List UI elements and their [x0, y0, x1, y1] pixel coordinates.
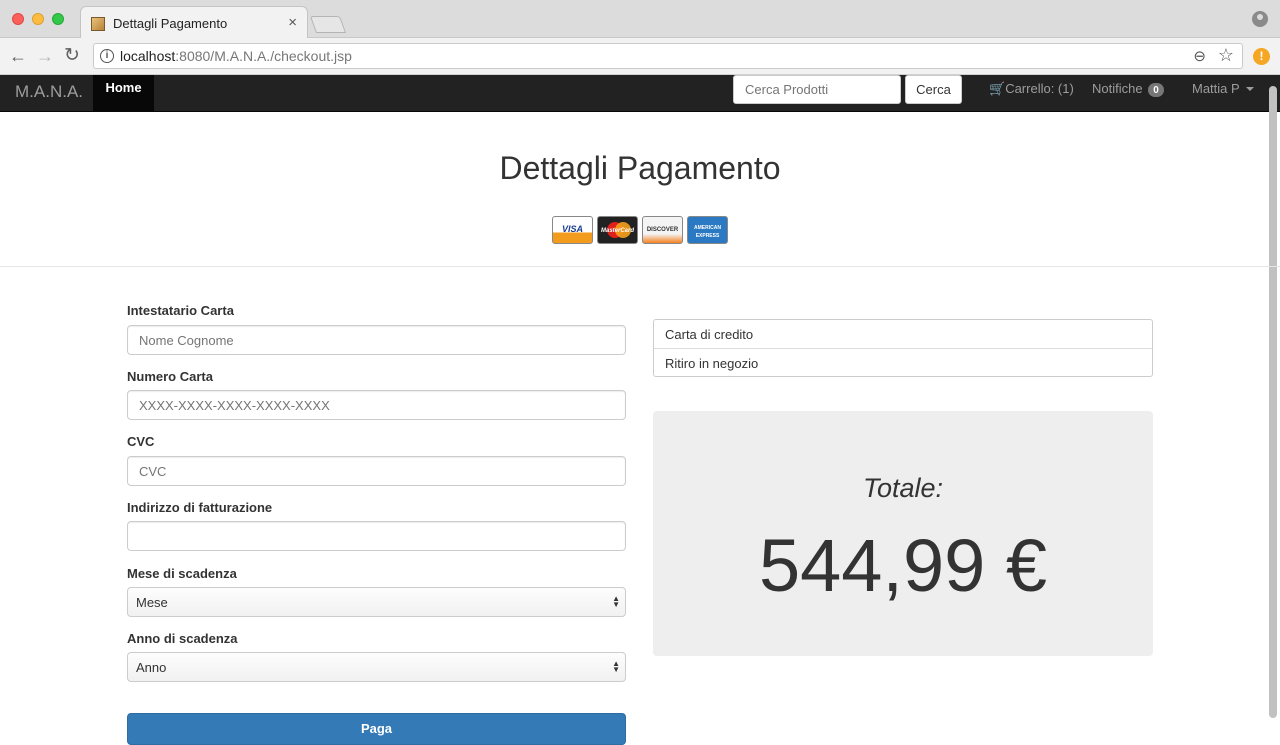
pay-button[interactable]: Paga: [127, 713, 626, 745]
accepted-cards: VISA MasterCard DISCOVER AMERICAN EXPRES…: [552, 216, 732, 244]
zoom-icon[interactable]: ⊖: [1193, 47, 1206, 65]
payment-option-credit-card[interactable]: Carta di credito: [654, 320, 1152, 348]
bookmark-star-icon[interactable]: ☆: [1218, 45, 1234, 66]
site-navbar: M.A.N.A. Home Cerca 🛒Carrello: (1) Notif…: [0, 75, 1280, 112]
header-divider: [0, 266, 1280, 267]
user-name: Mattia P: [1192, 81, 1240, 96]
discover-label: DISCOVER: [646, 227, 679, 233]
notifications-link[interactable]: Notifiche 0: [1092, 81, 1164, 97]
visa-card-icon: VISA: [552, 216, 593, 244]
total-summary: Totale: 544,99 €: [653, 411, 1153, 656]
expiry-year-label: Anno di scadenza: [127, 631, 238, 646]
expiry-month-value: Mese: [136, 595, 168, 610]
info-icon[interactable]: i: [100, 49, 114, 63]
card-holder-label: Intestatario Carta: [127, 303, 234, 318]
window-minimize-button[interactable]: [32, 13, 44, 25]
cart-link[interactable]: 🛒Carrello: (1): [989, 81, 1074, 97]
forward-arrow-icon[interactable]: →: [36, 44, 54, 68]
mastercard-card-icon: MasterCard: [597, 216, 638, 244]
browser-tab-active[interactable]: Dettagli Pagamento ×: [80, 6, 308, 39]
expiry-year-value: Anno: [136, 660, 167, 675]
tab-close-icon[interactable]: ×: [288, 14, 297, 31]
window-maximize-button[interactable]: [52, 13, 64, 25]
window-close-button[interactable]: [12, 13, 24, 25]
payment-option-store-pickup[interactable]: Ritiro in negozio: [654, 348, 1152, 376]
url-host: localhost: [120, 48, 176, 64]
select-arrows-icon: ▲ ▼: [612, 594, 620, 609]
visa-label: VISA: [561, 224, 583, 234]
browser-toolbar: ← → ↻ i localhost:8080/M.A.N.A./checkout…: [0, 38, 1280, 75]
card-holder-input[interactable]: [127, 325, 626, 355]
search-button[interactable]: Cerca: [905, 75, 962, 104]
favicon-icon: [91, 17, 105, 31]
amex-label: AMERICAN EXPRESS: [694, 225, 721, 239]
payment-method-list: Carta di credito Ritiro in negozio: [653, 319, 1153, 377]
cvc-input[interactable]: [127, 456, 626, 486]
page-title: Dettagli Pagamento: [499, 150, 781, 186]
card-number-input[interactable]: [127, 390, 626, 420]
expiry-month-select[interactable]: Mese ▲ ▼: [127, 587, 626, 617]
billing-address-label: Indirizzo di fatturazione: [127, 500, 273, 515]
card-number-label: Numero Carta: [127, 369, 213, 384]
brand-logo[interactable]: M.A.N.A.: [15, 79, 83, 105]
cvc-label: CVC: [127, 434, 155, 449]
amex-card-icon: AMERICAN EXPRESS: [687, 216, 728, 244]
reload-icon[interactable]: ↻: [64, 44, 80, 68]
discover-card-icon: DISCOVER: [642, 216, 683, 244]
nav-home-link[interactable]: Home: [93, 75, 154, 112]
tab-title: Dettagli Pagamento: [113, 16, 228, 31]
billing-address-input[interactable]: [127, 521, 626, 551]
url-text[interactable]: localhost:8080/M.A.N.A./checkout.jsp: [120, 48, 352, 64]
total-label: Totale:: [862, 473, 944, 503]
cart-label: Carrello: (1): [1005, 81, 1074, 96]
select-arrows-icon: ▲ ▼: [612, 659, 620, 674]
notifications-badge: 0: [1148, 83, 1164, 97]
mastercard-label: MasterCard: [600, 228, 634, 234]
expiry-year-select[interactable]: Anno ▲ ▼: [127, 652, 626, 682]
url-path: :8080/M.A.N.A./checkout.jsp: [175, 48, 352, 64]
notifications-label: Notifiche: [1092, 81, 1143, 96]
extension-alert-icon[interactable]: !: [1253, 48, 1270, 65]
cart-icon: 🛒: [989, 81, 1006, 96]
back-arrow-icon[interactable]: ←: [9, 44, 27, 68]
browser-tabstrip: Dettagli Pagamento ×: [0, 0, 1280, 39]
profile-icon[interactable]: [1252, 11, 1268, 27]
address-bar[interactable]: i localhost:8080/M.A.N.A./checkout.jsp ⊖…: [93, 43, 1243, 69]
user-menu-dropdown[interactable]: Mattia P: [1192, 81, 1254, 96]
new-tab-button[interactable]: [309, 16, 347, 33]
expiry-month-label: Mese di scadenza: [127, 566, 237, 581]
caret-down-icon: [1245, 87, 1254, 91]
search-input[interactable]: [733, 75, 901, 104]
total-amount: 544,99 €: [758, 524, 1048, 607]
